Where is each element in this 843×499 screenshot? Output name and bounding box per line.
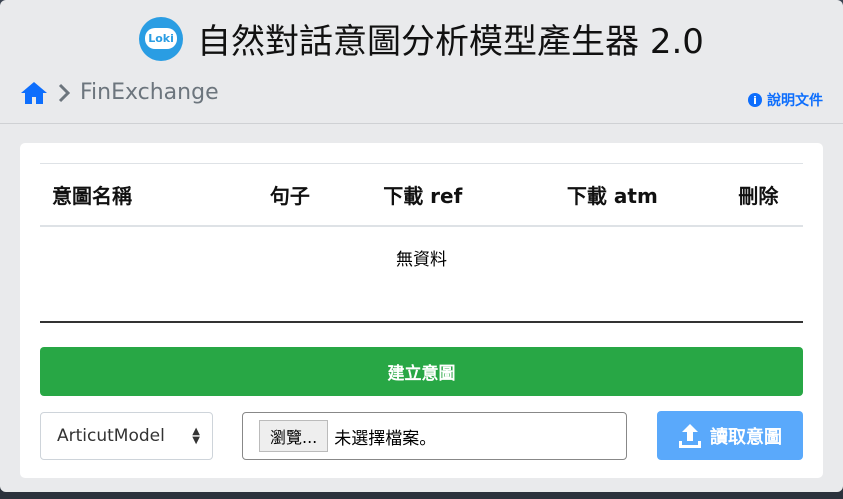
home-icon[interactable] (20, 81, 48, 105)
header: Loki 自然對話意圖分析模型產生器 2.0 FinExchange i 說明文件 (0, 0, 843, 124)
column-header: 下載 ref (334, 163, 511, 227)
info-icon: i (748, 93, 762, 107)
help-link[interactable]: i 說明文件 (748, 90, 823, 110)
column-header: 下載 atm (510, 163, 714, 227)
loki-logo: Loki (139, 16, 184, 61)
load-intent-button[interactable]: 讀取意圖 (657, 411, 803, 460)
breadcrumb: FinExchange (20, 80, 219, 105)
empty-message: 無資料 (40, 225, 803, 323)
column-header: 意圖名稱 (40, 163, 246, 227)
create-intent-button[interactable]: 建立意圖 (40, 347, 803, 396)
column-header: 刪除 (713, 163, 803, 227)
title-text: 自然對話意圖分析模型產生器 2.0 (197, 22, 704, 62)
upload-icon (679, 423, 701, 448)
select-arrows-icon: ▲ ▼ (192, 426, 200, 446)
intent-card: 意圖名稱 句子 下載 ref 下載 atm 刪除 無資料 建立意圖 Articu… (20, 143, 823, 478)
breadcrumb-project[interactable]: FinExchange (80, 80, 219, 105)
model-select[interactable]: ArticutModel ▲ ▼ (40, 412, 213, 460)
intent-table: 意圖名稱 句子 下載 ref 下載 atm 刪除 無資料 (40, 163, 803, 323)
file-status: 未選擇檔案。 (334, 428, 437, 449)
page-title: Loki 自然對話意圖分析模型產生器 2.0 (0, 14, 843, 63)
column-header: 句子 (245, 163, 335, 227)
browse-button[interactable]: 瀏覽... (259, 420, 329, 452)
file-input[interactable]: 瀏覽... 未選擇檔案。 (242, 412, 627, 460)
chevron-right-icon (58, 83, 70, 102)
app-window: Loki 自然對話意圖分析模型產生器 2.0 FinExchange i 說明文件… (0, 0, 843, 492)
